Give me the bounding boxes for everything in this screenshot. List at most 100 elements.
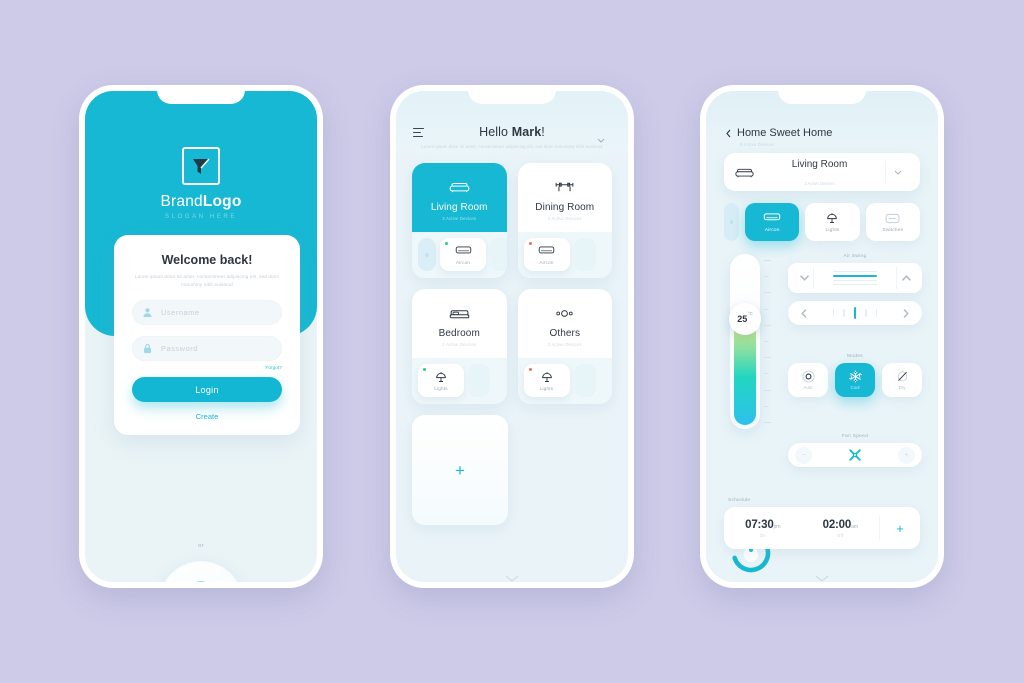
login-button[interactable]: Login (132, 377, 282, 403)
room-devices: Lights (517, 358, 612, 404)
chevron-right-icon[interactable] (898, 308, 914, 318)
mode-label: Dry (898, 384, 906, 390)
back-arrow-icon[interactable] (726, 129, 731, 138)
room-subtitle: 1 Active Devices (547, 216, 582, 221)
air-swing-section: Air Swing (788, 254, 922, 325)
schedule-meridiem: pm (773, 523, 781, 530)
fan-icon (812, 447, 898, 463)
chevron-up-icon[interactable] (897, 275, 915, 281)
air-swing-vertical[interactable] (788, 263, 922, 293)
lamp-icon (541, 371, 553, 383)
tab-lights[interactable]: Lights (805, 203, 860, 241)
page-title-text: Home Sweet Home (737, 127, 833, 139)
page-title: Home Sweet Home (726, 127, 922, 139)
mode-dry[interactable]: Dry (882, 363, 922, 397)
room-subtitle: 3 Active Devices (442, 216, 477, 221)
schedule-time: 07:30pm (724, 519, 802, 531)
room-name: Living Room (430, 202, 488, 213)
device-tabs: Aircon Lights Switches (724, 203, 920, 241)
phone-notch (468, 85, 556, 104)
menu-icon[interactable] (413, 128, 424, 139)
room-selector[interactable]: Living Room 3 Active Devices (724, 153, 920, 191)
brand-name-first: Brand (160, 193, 203, 210)
temperature-slider[interactable]: 25 °C (729, 254, 771, 429)
device-add-pill[interactable] (418, 238, 436, 271)
device-chip-more[interactable] (573, 364, 596, 397)
device-chip-aircon[interactable]: Aircon (523, 238, 570, 271)
schedule-card: 07:30pm On 02:00am Off + (724, 507, 920, 549)
phone-rooms-screen: Hello Mark! Lorem ipsum dolor sit amet, … (390, 85, 634, 588)
username-field[interactable]: Username (132, 300, 282, 326)
chevron-down-icon[interactable] (886, 170, 910, 175)
fan-speed-control[interactable]: − + (788, 443, 922, 467)
dry-leaf-icon (896, 370, 909, 383)
schedule-meridiem: am (851, 523, 858, 530)
page-subtitle: 8 Active Devices (740, 142, 774, 147)
chevron-left-icon[interactable] (796, 308, 812, 318)
schedule-state: Off (837, 532, 844, 538)
add-schedule-button[interactable]: + (880, 521, 920, 536)
chevron-down-icon[interactable] (597, 130, 605, 148)
username-placeholder: Username (161, 308, 200, 318)
device-label: Aircon (539, 259, 554, 265)
brand-name: BrandLogo (85, 194, 317, 210)
room-card-header: Dining Room 1 Active Devices (518, 163, 613, 232)
chevron-down-icon[interactable] (795, 275, 813, 281)
tab-aircon[interactable]: Aircon (745, 203, 800, 241)
mode-cool[interactable]: Cool (835, 363, 875, 397)
selected-room-subtitle: 3 Active Devices (804, 181, 835, 186)
room-card-header: Others 2 Active Devices (518, 289, 613, 358)
mode-auto[interactable]: Auto (788, 363, 828, 397)
room-card-living-room[interactable]: Living Room 3 Active Devices Aircon (412, 163, 507, 278)
fan-increase-button[interactable]: + (898, 446, 915, 464)
sofa-icon (734, 166, 754, 179)
rooms-row: Living Room 3 Active Devices Aircon Dini… (412, 163, 612, 278)
add-room-card[interactable]: + (412, 415, 508, 525)
home-indicator (815, 575, 829, 583)
room-name: Bedroom (438, 328, 480, 339)
create-account-link[interactable]: Create (132, 412, 282, 421)
temperature-unit: °C (747, 311, 753, 316)
air-swing-horizontal[interactable] (788, 301, 922, 325)
schedule-entry-off[interactable]: 02:00am Off (802, 519, 880, 538)
device-chip-lights[interactable]: Lights (418, 364, 464, 397)
schedule-time-value: 07:30 (745, 518, 774, 531)
status-dot-off (528, 242, 532, 246)
temperature-value: 25 (737, 314, 748, 324)
tab-scroll-pill[interactable] (724, 203, 739, 241)
schedule-label: Schedule (728, 498, 751, 503)
room-name: Dining Room (535, 202, 595, 213)
schedule-entry-on[interactable]: 07:30pm On (724, 519, 802, 538)
selected-room-name: Living Room (791, 159, 848, 170)
dots-icon (518, 303, 613, 323)
device-chip-more[interactable] (468, 364, 490, 397)
schedule-time-value: 02:00 (822, 518, 852, 531)
mockup-stage: BrandLogo SLOGAN HERE Welcome back! Lore… (0, 0, 1024, 683)
brand-slogan: SLOGAN HERE (165, 213, 237, 220)
status-dot-off (528, 368, 532, 372)
brand-name-second: Logo (202, 193, 242, 210)
fan-decrease-button[interactable]: − (795, 446, 812, 464)
device-chip-aircon[interactable]: Aircon (440, 238, 486, 271)
air-swing-label: Air Swing (843, 254, 867, 259)
room-card-dining-room[interactable]: Dining Room 1 Active Devices Aircon (517, 163, 613, 278)
mode-label: Auto (803, 384, 813, 390)
room-card-others[interactable]: Others 2 Active Devices Lights (517, 289, 613, 404)
forgot-password-link[interactable]: Forgot? (132, 365, 282, 370)
tab-switches[interactable]: Switches (865, 203, 920, 241)
aircon-icon (538, 245, 555, 257)
fingerprint-button[interactable] (159, 561, 243, 582)
room-devices: Lights (412, 358, 507, 404)
login-card: Welcome back! Lorem ipsum dolor sit amet… (114, 235, 300, 436)
bed-icon (412, 303, 507, 323)
tab-label: Switches (882, 227, 904, 233)
snowflake-icon (848, 370, 862, 383)
device-chip-more[interactable] (490, 238, 507, 271)
password-field[interactable]: Password (132, 336, 282, 362)
room-card-bedroom[interactable]: Bedroom 2 Active Devices Lights (412, 289, 507, 404)
room-subtitle: 2 Active Devices (547, 342, 582, 347)
device-chip-lights[interactable]: Lights (523, 364, 570, 397)
device-chip-more[interactable] (573, 238, 596, 271)
status-dot-on (445, 242, 449, 246)
temperature-knob[interactable]: 25 °C (729, 303, 761, 335)
